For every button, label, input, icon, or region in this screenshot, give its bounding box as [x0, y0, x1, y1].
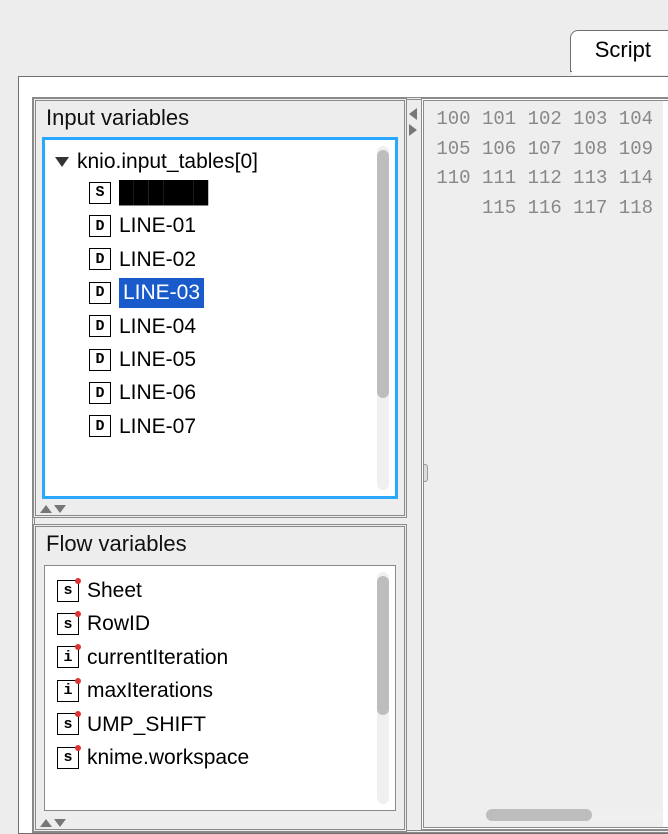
string-var-icon: s	[57, 747, 79, 769]
code-area[interactable]: hoverla bgc fon fon ) ) #fig.add_tr # #R…	[663, 101, 668, 827]
double-type-icon: D	[89, 215, 111, 237]
disclosure-triangle-icon[interactable]	[55, 157, 69, 167]
tree-root-label: knio.input_tables[0]	[77, 150, 258, 174]
flow-var-label: currentIteration	[87, 643, 228, 672]
tree-item-label: LINE-06	[119, 378, 196, 407]
tree-item-label: LINE-01	[119, 211, 196, 240]
tree-item[interactable]: S ██████	[55, 176, 373, 209]
editor-horizontal-scrollbar[interactable]	[486, 809, 663, 821]
input-variables-title: Input variables	[36, 101, 404, 139]
double-type-icon: D	[89, 382, 111, 404]
input-variables-pane: Input variables knio.input_tables[0] S ███…	[33, 98, 407, 518]
tree-item[interactable]: D LINE-05	[55, 343, 373, 376]
flow-var-item[interactable]: s knime.workspace	[53, 741, 373, 774]
main-panel: Input variables knio.input_tables[0] S ███…	[18, 76, 668, 834]
flow-var-item[interactable]: i maxIterations	[53, 674, 373, 707]
double-type-icon: D	[89, 349, 111, 371]
flow-var-item[interactable]: s UMP_SHIFT	[53, 708, 373, 741]
editor-collapse-handle[interactable]	[421, 464, 428, 482]
tree-item-label: LINE-05	[119, 345, 196, 374]
flow-var-item[interactable]: s Sheet	[53, 574, 373, 607]
pane-resize-arrows[interactable]	[36, 819, 404, 829]
tab-script[interactable]: Script	[570, 30, 668, 72]
int-var-icon: i	[57, 646, 79, 668]
string-var-icon: s	[57, 580, 79, 602]
tree-item[interactable]: D LINE-06	[55, 376, 373, 409]
script-editor[interactable]: 100 101 102 103 104 105 106 107 108 109 …	[421, 98, 668, 830]
int-var-icon: i	[57, 680, 79, 702]
tree-item-label: LINE-02	[119, 245, 196, 274]
string-type-icon: S	[89, 182, 111, 204]
chevron-right-icon	[409, 124, 417, 136]
double-type-icon: D	[89, 282, 111, 304]
flow-var-label: knime.workspace	[87, 743, 249, 772]
flow-variables-title: Flow variables	[36, 527, 404, 565]
editor-column: 100 101 102 103 104 105 106 107 108 109 …	[421, 100, 668, 830]
tree-item-label: LINE-04	[119, 312, 196, 341]
line-number-gutter: 100 101 102 103 104 105 106 107 108 109 …	[424, 101, 663, 827]
tree-scrollbar[interactable]	[377, 146, 389, 490]
tree-item[interactable]: D LINE-01	[55, 209, 373, 242]
tree-item-label: ██████	[119, 178, 208, 207]
variables-column: Input variables knio.input_tables[0] S ███…	[35, 100, 405, 830]
flow-variables-tree[interactable]: sSheetsRowIDicurrentIterationimaxIterati…	[44, 565, 396, 811]
string-var-icon: s	[57, 713, 79, 735]
string-var-icon: s	[57, 613, 79, 635]
flow-var-item[interactable]: s RowID	[53, 607, 373, 640]
flow-var-label: maxIterations	[87, 676, 213, 705]
tree-item[interactable]: D LINE-02	[55, 243, 373, 276]
flow-var-label: Sheet	[87, 576, 142, 605]
double-type-icon: D	[89, 315, 111, 337]
pane-resize-arrows[interactable]	[36, 505, 404, 515]
tree-item[interactable]: D LINE-03	[55, 276, 373, 309]
tab-strip: Script	[570, 30, 668, 72]
double-type-icon: D	[89, 248, 111, 270]
flow-variables-pane: Flow variables sSheetsRowIDicurrentItera…	[33, 524, 407, 832]
tree-root[interactable]: knio.input_tables[0]	[55, 148, 373, 176]
tree-scrollbar[interactable]	[377, 572, 389, 804]
double-type-icon: D	[89, 415, 111, 437]
flow-var-item[interactable]: i currentIteration	[53, 641, 373, 674]
tree-item-label: LINE-03	[119, 278, 204, 307]
tree-item[interactable]: D LINE-07	[55, 410, 373, 443]
flow-var-label: UMP_SHIFT	[87, 710, 206, 739]
tree-item[interactable]: D LINE-04	[55, 310, 373, 343]
split-frame: Input variables knio.input_tables[0] S ███…	[32, 97, 668, 833]
input-variables-tree[interactable]: knio.input_tables[0] S ██████ D LINE-01 D LINE…	[44, 139, 396, 497]
tree-item-label: LINE-07	[119, 412, 196, 441]
column-resize-gutter[interactable]	[405, 100, 421, 830]
chevron-left-icon	[409, 108, 417, 120]
flow-var-label: RowID	[87, 609, 150, 638]
